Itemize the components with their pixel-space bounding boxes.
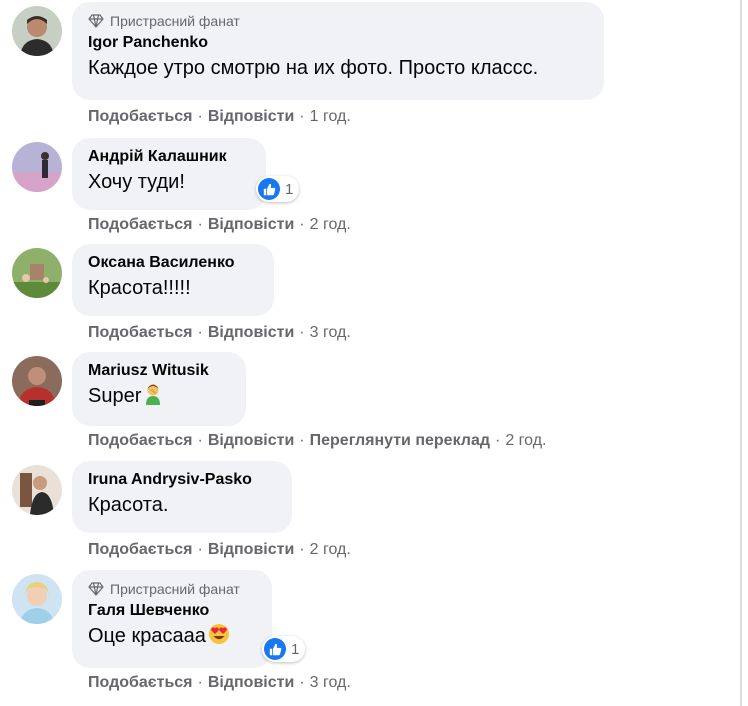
comment-actions: Подобається · Відповісти · 3 год. [88, 324, 351, 342]
comment-timestamp[interactable]: 3 год. [310, 674, 351, 692]
comment-author[interactable]: Андрій Калашник [88, 146, 250, 168]
comment-text: Каждое утро смотрю на их фото. Просто кл… [88, 57, 539, 79]
fan-badge: Пристрасний фанат [88, 10, 588, 32]
reply-button[interactable]: Відповісти [208, 108, 294, 126]
reaction-summary[interactable]: 1 [262, 636, 306, 662]
reply-button[interactable]: Відповісти [208, 674, 294, 692]
comment-bubble: Mariusz Witusik Super [72, 352, 246, 426]
comment-text-row: Оце красааа [88, 622, 256, 650]
avatar[interactable] [12, 6, 62, 56]
like-button[interactable]: Подобається [88, 216, 193, 234]
avatar[interactable] [12, 465, 62, 515]
reaction-summary[interactable]: 1 [256, 176, 300, 202]
like-button[interactable]: Подобається [88, 108, 193, 126]
avatar[interactable] [12, 142, 62, 192]
comment-text: Красота!!!!! [88, 277, 191, 299]
comment-author[interactable]: Igor Panchenko [88, 32, 588, 54]
comment-text: Красота. [88, 494, 169, 516]
comment-actions: Подобається · Відповісти · Переглянути п… [88, 432, 547, 450]
see-translation-button[interactable]: Переглянути переклад [310, 432, 490, 450]
avatar[interactable] [12, 574, 62, 624]
comment-text: Хочу туди! [88, 171, 185, 193]
fan-badge-label: Пристрасний фанат [110, 581, 240, 597]
person-facepalming-emoji [143, 383, 163, 413]
comment-text-row: Super [88, 382, 230, 410]
comment: Iruna Andrysiv-Pasko Красота. Подобаєтьс… [0, 461, 740, 561]
heart-eyes-emoji [208, 623, 230, 653]
fan-badge: Пристрасний фанат [88, 578, 256, 600]
reaction-count: 1 [285, 180, 294, 198]
diamond-icon [88, 582, 104, 596]
comment: Оксана Василенко Красота!!!!! Подобаєтьс… [0, 244, 740, 344]
comment-bubble: Пристрасний фанат Igor Panchenko Каждое … [72, 2, 604, 100]
like-icon [258, 178, 280, 200]
like-button[interactable]: Подобається [88, 541, 193, 559]
comment-bubble: Iruna Andrysiv-Pasko Красота. [72, 461, 292, 533]
comment-text: Super [88, 385, 142, 407]
avatar[interactable] [12, 248, 62, 298]
comment: Пристрасний фанат Галя Шевченко Оце крас… [0, 570, 740, 694]
comment-author[interactable]: Галя Шевченко [88, 600, 256, 622]
like-button[interactable]: Подобається [88, 324, 193, 342]
diamond-icon [88, 14, 104, 28]
comment-timestamp[interactable]: 2 год. [310, 541, 351, 559]
comment-text: Оце красааа [88, 625, 206, 647]
reply-button[interactable]: Відповісти [208, 324, 294, 342]
comment-author[interactable]: Оксана Василенко [88, 252, 258, 274]
comment-author[interactable]: Iruna Andrysiv-Pasko [88, 469, 276, 491]
reply-button[interactable]: Відповісти [208, 216, 294, 234]
comment-bubble: Оксана Василенко Красота!!!!! [72, 244, 274, 316]
reply-button[interactable]: Відповісти [208, 541, 294, 559]
comment-timestamp[interactable]: 1 год. [310, 108, 351, 126]
comment-timestamp[interactable]: 3 год. [310, 324, 351, 342]
fan-badge-label: Пристрасний фанат [110, 13, 240, 29]
reply-button[interactable]: Відповісти [208, 432, 294, 450]
avatar[interactable] [12, 356, 62, 406]
comment-actions: Подобається · Відповісти · 3 год. [88, 674, 351, 692]
comment: Андрій Калашник Хочу туди! 1 Подобається… [0, 138, 740, 238]
like-button[interactable]: Подобається [88, 674, 193, 692]
comment-actions: Подобається · Відповісти · 2 год. [88, 216, 351, 234]
like-button[interactable]: Подобається [88, 432, 193, 450]
comment-timestamp[interactable]: 2 год. [310, 216, 351, 234]
scroll-divider [740, 0, 742, 706]
comment: Пристрасний фанат Igor Panchenko Каждое … [0, 2, 740, 126]
comment-bubble: Пристрасний фанат Галя Шевченко Оце крас… [72, 570, 272, 668]
comment: Mariusz Witusik Super Подобається · Відп… [0, 352, 740, 452]
comment-bubble: Андрій Калашник Хочу туди! [72, 138, 266, 210]
comment-actions: Подобається · Відповісти · 2 год. [88, 541, 351, 559]
like-icon [264, 638, 286, 660]
comment-actions: Подобається · Відповісти · 1 год. [88, 108, 351, 126]
comment-author[interactable]: Mariusz Witusik [88, 360, 230, 382]
reaction-count: 1 [291, 640, 300, 658]
comment-timestamp[interactable]: 2 год. [505, 432, 546, 450]
